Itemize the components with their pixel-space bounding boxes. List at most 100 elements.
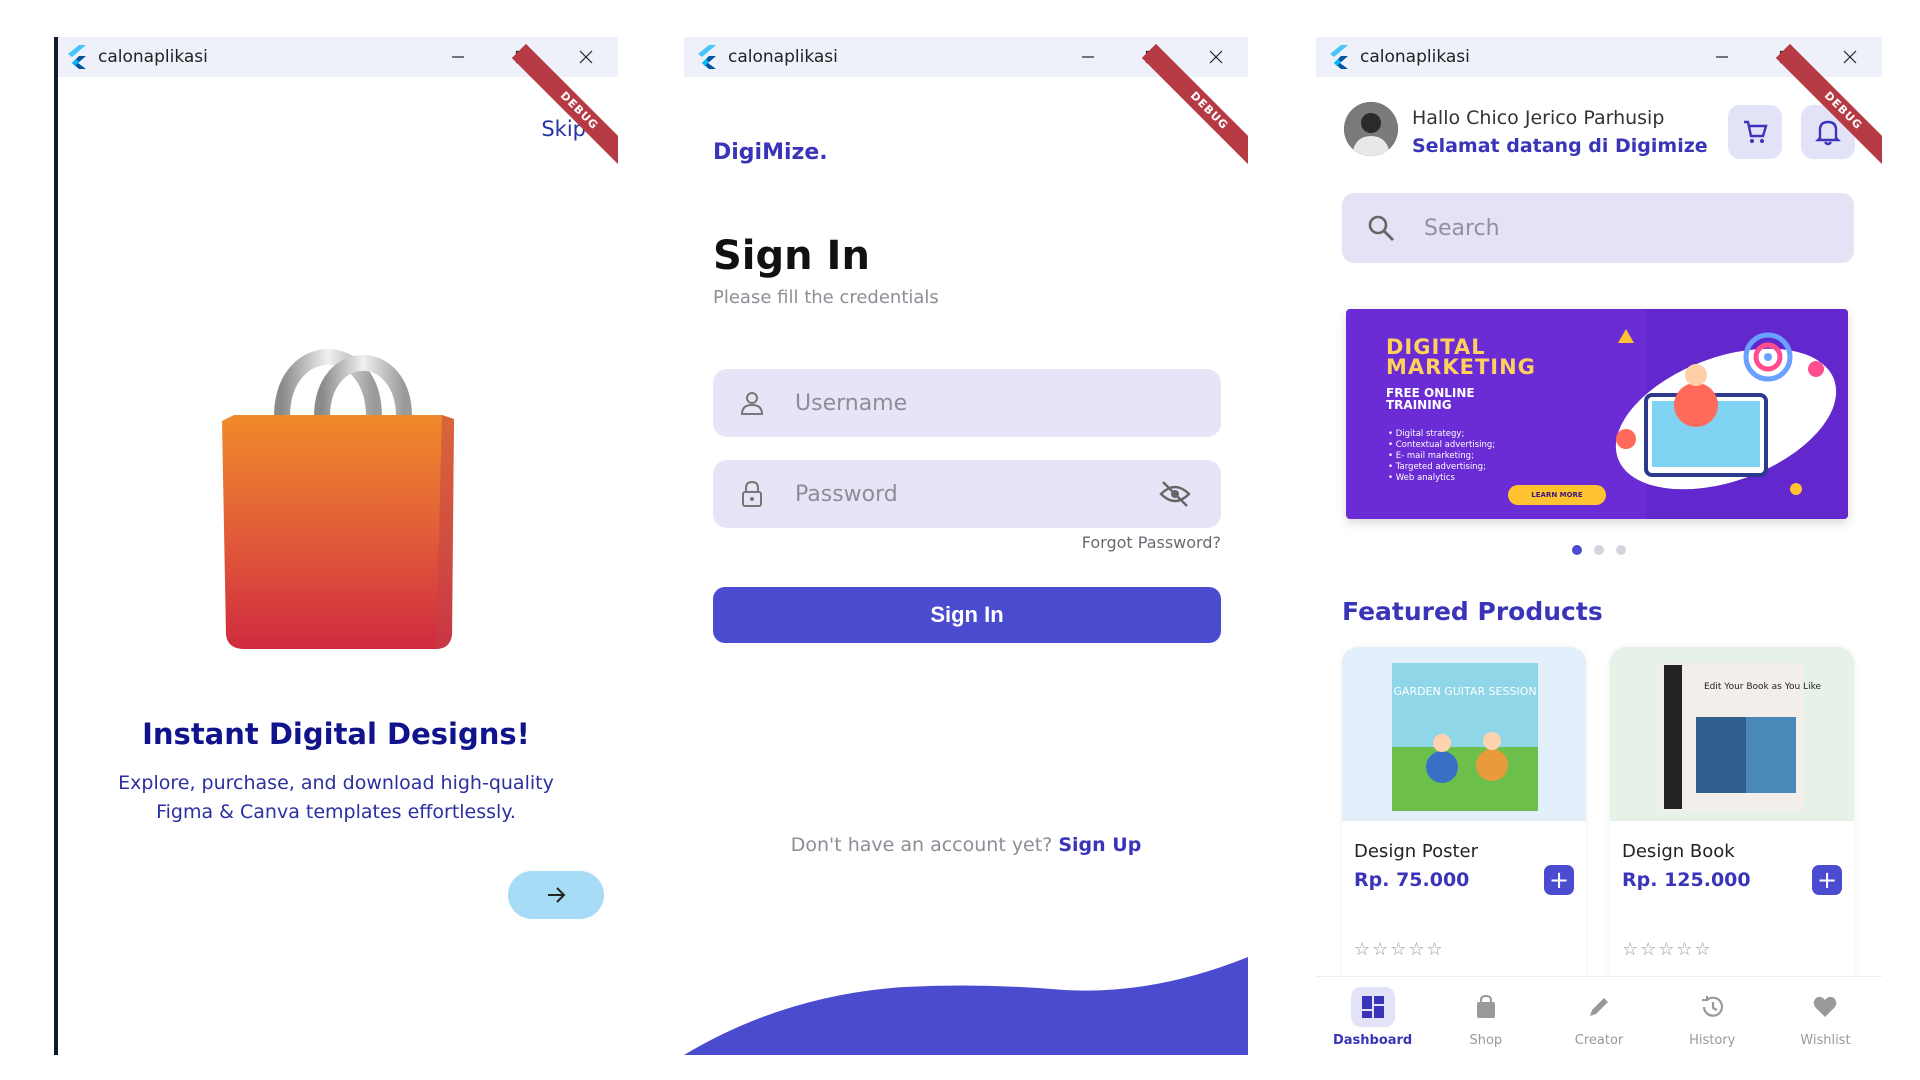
add-to-cart-button[interactable]: + bbox=[1812, 865, 1842, 895]
nav-wishlist[interactable]: Wishlist bbox=[1769, 977, 1882, 1055]
product-card[interactable]: GARDEN GUITAR SESSION Design Poster Rp. … bbox=[1342, 647, 1586, 1007]
promo-banner[interactable]: DIGITAL MARKETING FREE ONLINE TRAINING •… bbox=[1346, 309, 1848, 519]
poster-thumb-text: GARDEN GUITAR SESSION bbox=[1393, 685, 1536, 698]
close-button[interactable] bbox=[1818, 37, 1882, 77]
banner-title: DIGITAL MARKETING bbox=[1386, 335, 1536, 379]
password-input[interactable] bbox=[793, 480, 1127, 508]
signup-link[interactable]: Sign Up bbox=[1058, 834, 1141, 856]
window-title: calonaplikasi bbox=[98, 47, 208, 67]
banner-subtitle: FREE ONLINE TRAINING bbox=[1386, 387, 1475, 411]
user-icon bbox=[740, 392, 764, 415]
window-title: calonaplikasi bbox=[1360, 47, 1470, 67]
search-icon bbox=[1368, 215, 1394, 241]
nav-label: History bbox=[1689, 1033, 1736, 1048]
nav-history[interactable]: History bbox=[1656, 977, 1769, 1055]
banner-bullets: • Digital strategy; • Contextual adverti… bbox=[1388, 429, 1495, 484]
shopping-bag-illustration bbox=[222, 349, 454, 649]
signup-prompt: Don't have an account yet? Sign Up bbox=[684, 834, 1248, 856]
nav-dashboard[interactable]: Dashboard bbox=[1316, 977, 1429, 1055]
no-account-text: Don't have an account yet? bbox=[790, 834, 1053, 856]
add-to-cart-button[interactable]: + bbox=[1544, 865, 1574, 895]
carousel-dot[interactable] bbox=[1616, 545, 1626, 555]
bottom-navigation: Dashboard Shop Creator History Wishlist bbox=[1316, 976, 1882, 1055]
minimize-button[interactable] bbox=[426, 37, 490, 77]
minimize-button[interactable] bbox=[1056, 37, 1120, 77]
close-icon bbox=[1843, 50, 1857, 64]
forgot-password-link[interactable]: Forgot Password? bbox=[1082, 533, 1221, 552]
shopping-bag-icon bbox=[1476, 994, 1495, 1018]
page-title: Sign In bbox=[713, 233, 870, 279]
carousel-dot[interactable] bbox=[1594, 545, 1604, 555]
username-field[interactable] bbox=[713, 369, 1221, 437]
flutter-logo-icon bbox=[68, 45, 86, 69]
poster-image: GARDEN GUITAR SESSION bbox=[1392, 663, 1538, 811]
close-button[interactable] bbox=[1184, 37, 1248, 77]
signin-window: calonaplikasi DEBUG DigiMize. Sign In Pl… bbox=[684, 37, 1248, 1055]
close-icon bbox=[1209, 50, 1223, 64]
banner-subtitle-line2: TRAINING bbox=[1386, 398, 1452, 412]
nav-label: Dashboard bbox=[1332, 1033, 1413, 1048]
product-name: Design Book bbox=[1622, 841, 1735, 862]
banner-bullet: • E- mail marketing; bbox=[1388, 451, 1474, 461]
signin-button[interactable]: Sign In bbox=[713, 587, 1221, 643]
cart-icon bbox=[1744, 120, 1768, 143]
nav-label: Shop bbox=[1469, 1033, 1503, 1048]
product-thumbnail: GARDEN GUITAR SESSION bbox=[1342, 647, 1586, 821]
username-input[interactable] bbox=[793, 389, 1127, 417]
decorative-wave bbox=[684, 957, 1248, 1055]
dashboard-icon bbox=[1361, 996, 1384, 1018]
window-edge bbox=[54, 37, 58, 1055]
visibility-off-icon[interactable] bbox=[1159, 480, 1191, 508]
banner-learn-more-button[interactable]: LEARN MORE bbox=[1508, 485, 1606, 505]
search-bar[interactable] bbox=[1342, 193, 1854, 263]
avatar[interactable] bbox=[1344, 102, 1398, 156]
banner-title-line1: DIGITAL bbox=[1386, 335, 1486, 359]
page-subtitle: Please fill the credentials bbox=[713, 287, 939, 308]
product-price: Rp. 125.000 bbox=[1622, 869, 1751, 891]
banner-bullet: • Web analytics bbox=[1388, 473, 1455, 483]
cart-button[interactable] bbox=[1728, 105, 1782, 159]
pencil-icon bbox=[1590, 998, 1608, 1016]
flutter-logo-icon bbox=[698, 45, 716, 69]
minimize-icon bbox=[1716, 56, 1728, 58]
close-icon bbox=[579, 50, 593, 64]
search-input[interactable] bbox=[1422, 214, 1786, 242]
bell-icon bbox=[1815, 120, 1841, 146]
banner-bullet: • Contextual advertising; bbox=[1388, 440, 1496, 450]
product-thumbnail: Edit Your Book as You Like bbox=[1610, 647, 1854, 821]
arrow-right-icon bbox=[548, 887, 566, 903]
book-thumb-text: Edit Your Book as You Like bbox=[1704, 682, 1821, 692]
book-image: Edit Your Book as You Like bbox=[1658, 663, 1821, 811]
heart-icon bbox=[1814, 996, 1837, 1017]
brand-logo-text: DigiMize. bbox=[713, 140, 828, 165]
flutter-logo-icon bbox=[1330, 45, 1348, 69]
section-title: Featured Products bbox=[1342, 597, 1603, 626]
nav-shop[interactable]: Shop bbox=[1429, 977, 1542, 1055]
history-icon bbox=[1702, 996, 1724, 1017]
greeting-text: Hallo Chico Jerico Parhusip bbox=[1412, 107, 1665, 129]
product-name: Design Poster bbox=[1354, 841, 1479, 862]
carousel-indicator bbox=[1316, 545, 1882, 555]
password-field[interactable] bbox=[713, 460, 1221, 528]
welcome-text: Selamat datang di Digimize bbox=[1412, 135, 1708, 157]
rating-stars: ☆☆☆☆☆ bbox=[1622, 939, 1713, 960]
onboarding-title: Instant Digital Designs! bbox=[142, 717, 530, 751]
minimize-button[interactable] bbox=[1690, 37, 1754, 77]
minimize-icon bbox=[1082, 56, 1094, 58]
onboarding-description: Explore, purchase, and download high-qua… bbox=[118, 772, 554, 823]
next-button[interactable] bbox=[508, 871, 604, 919]
banner-bullet: • Digital strategy; bbox=[1388, 429, 1465, 439]
nav-label: Creator bbox=[1574, 1033, 1624, 1048]
window-title: calonaplikasi bbox=[728, 47, 838, 67]
carousel-dot[interactable] bbox=[1572, 545, 1582, 555]
avatar-photo bbox=[1344, 102, 1398, 156]
nav-creator[interactable]: Creator bbox=[1542, 977, 1655, 1055]
lock-icon bbox=[742, 480, 762, 507]
onboarding-window: calonaplikasi DEBUG Skip Instant Digital bbox=[54, 37, 618, 1055]
close-button[interactable] bbox=[554, 37, 618, 77]
rating-stars: ☆☆☆☆☆ bbox=[1354, 939, 1445, 960]
minimize-icon bbox=[452, 56, 464, 58]
banner-title-line2: MARKETING bbox=[1386, 355, 1536, 379]
product-card[interactable]: Edit Your Book as You Like Design Book R… bbox=[1610, 647, 1854, 1007]
product-price: Rp. 75.000 bbox=[1354, 869, 1470, 891]
